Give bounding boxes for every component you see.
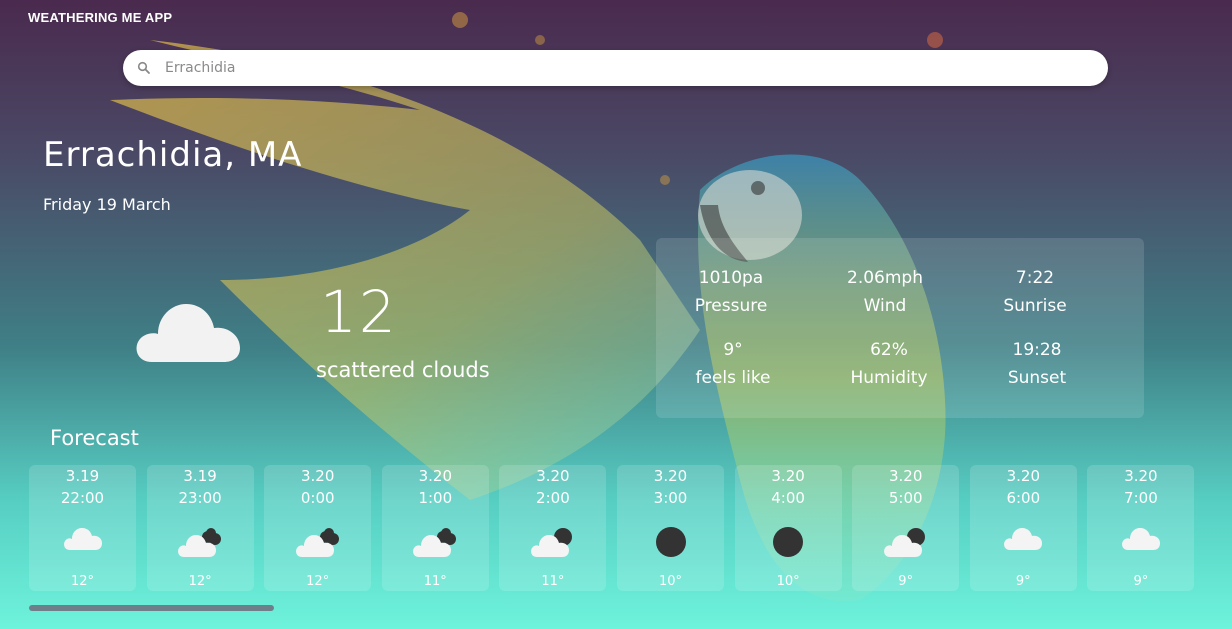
horizontal-scrollbar[interactable] [29,605,274,611]
cloudy-night-icon [264,525,371,559]
humidity-value: 62% [870,340,908,360]
forecast-date: 3.20 [1006,467,1040,485]
search-input[interactable] [163,59,1067,77]
forecast-date: 3.20 [771,467,805,485]
forecast-heading: Forecast [50,426,139,450]
clear-night-icon [735,525,842,559]
forecast-card: 3.20 5:00 9° [852,465,960,591]
cloud-icon [1087,525,1194,559]
forecast-date: 3.20 [418,467,452,485]
forecast-temperature: 9° [1015,574,1031,589]
forecast-card: 3.19 22:00 12° [29,465,136,591]
forecast-card: 3.20 1:00 11° [381,465,489,591]
partly-cloudy-night-icon [852,525,959,559]
cloudy-night-icon [147,525,254,559]
forecast-card: 3.19 23:00 12° [146,465,254,591]
weather-description: scattered clouds [316,358,490,382]
sunrise-value: 7:22 [1015,268,1055,288]
forecast-date: 3.19 [65,467,100,485]
forecast-date: 3.20 [536,467,570,485]
wind-detail: 2.06mph Wind [810,264,960,320]
current-date: Friday 19 March [43,195,171,214]
current-temperature: 12 [320,278,398,346]
app-title: WEATHERING ME APP [28,10,173,25]
forecast-card: 3.20 4:00 10° [734,465,842,591]
forecast-time: 6:00 [1006,489,1041,507]
forecast-date: 3.20 [300,467,335,485]
forecast-date: 3.20 [653,467,688,485]
forecast-temperature: 9° [1133,574,1149,589]
forecast-temperature: 11° [423,574,447,589]
forecast-temperature: 10° [658,574,683,589]
forecast-temperature: 12° [70,574,95,589]
forecast-time: 7:00 [1124,489,1158,507]
wind-value: 2.06mph [847,268,923,288]
cloud-icon [29,525,136,559]
pressure-detail: 1010pa Pressure [656,264,806,320]
sunset-detail: 19:28 Sunset [962,336,1112,392]
pressure-value: 1010pa [698,268,764,288]
forecast-time: 3:00 [653,489,688,507]
clear-night-icon [617,525,724,559]
cloud-icon [970,525,1077,559]
forecast-card: 3.20 7:00 9° [1087,465,1195,591]
forecast-card: 3.20 6:00 9° [969,465,1077,591]
search-icon [137,61,150,74]
forecast-temperature: 12° [306,574,330,589]
forecast-temperature: 12° [188,574,212,589]
forecast-temperature: 10° [776,574,800,589]
sunrise-detail: 7:22 Sunrise [960,264,1110,320]
forecast-date: 3.19 [183,467,217,485]
cloudy-night-icon [382,525,489,559]
forecast-temperature: 11° [541,574,565,589]
sunset-label: Sunset [1007,368,1067,388]
feels-like-value: 9° [723,340,743,360]
humidity-label: Humidity [850,368,928,388]
forecast-time: 1:00 [418,489,453,507]
search-bar[interactable] [123,50,1108,86]
forecast-time: 2:00 [536,489,570,507]
cloud-icon [136,304,240,362]
sunset-value: 19:28 [1012,340,1062,360]
forecast-card: 3.20 0:00 12° [264,465,372,591]
forecast-card: 3.20 2:00 11° [499,465,607,591]
feels-like-detail: 9° feels like [658,336,808,392]
forecast-time: 0:00 [300,489,335,507]
sunrise-label: Sunrise [1003,296,1067,316]
details-panel: 1010pa Pressure 2.06mph Wind 7:22 Sunris… [656,238,1144,418]
feels-like-label: feels like [695,368,771,388]
city-name: Errachidia, MA [43,135,303,175]
forecast-time: 22:00 [60,489,105,507]
forecast-card: 3.20 3:00 10° [617,465,724,591]
forecast-date: 3.20 [1124,467,1158,485]
wind-label: Wind [863,296,907,316]
pressure-label: Pressure [694,296,768,316]
forecast-time: 5:00 [888,489,923,507]
humidity-detail: 62% Humidity [814,336,964,392]
forecast-time: 4:00 [771,489,805,507]
forecast-time: 23:00 [178,489,222,507]
forecast-date: 3.20 [888,467,923,485]
partly-cloudy-night-icon [499,525,606,559]
forecast-temperature: 9° [898,574,914,589]
